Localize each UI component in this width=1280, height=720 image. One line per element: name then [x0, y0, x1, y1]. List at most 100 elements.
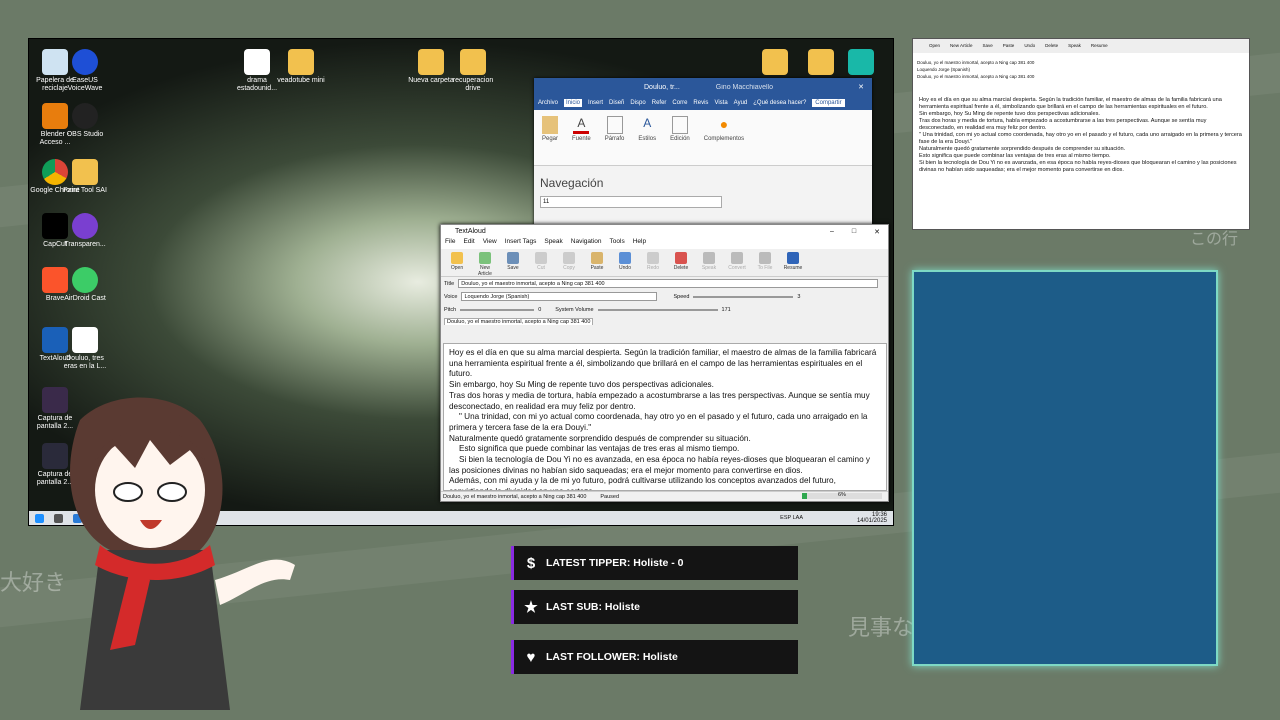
tab-archivo[interactable]: Archivo [538, 100, 558, 106]
tab-revisar[interactable]: Revis [693, 100, 708, 106]
desktop-icon-easeus[interactable]: EaseUS VoiceWave [59, 49, 111, 93]
heart-icon: ♥ [526, 648, 536, 666]
addins-button[interactable]: ● Complementos [704, 116, 744, 159]
menu-edit[interactable]: Edit [463, 238, 474, 249]
preview-fields: Douluo, yo el maestro inmortal, acepto a… [917, 60, 1035, 79]
volume-value: 171 [721, 306, 731, 313]
copy-button[interactable]: Copy [557, 252, 581, 273]
delete-button[interactable]: Delete [669, 252, 693, 273]
share-button[interactable]: Compartir [812, 99, 845, 107]
desktop-icon-airdroid[interactable]: AirDroid Cast [59, 267, 111, 303]
status-document: Douluo, yo el maestro inmortal, acepto a… [443, 493, 587, 500]
window-close-icon[interactable]: ✕ [874, 228, 880, 236]
latest-tipper-text: LATEST TIPPER: Holiste - 0 [546, 557, 684, 569]
tab-correspondencia[interactable]: Corre [672, 100, 687, 106]
save-button[interactable]: Save [501, 252, 525, 273]
progress-fill [802, 493, 807, 499]
navigation-search-input[interactable]: 11 [540, 196, 722, 208]
taskbar-lang[interactable]: ESP LAA [780, 515, 803, 521]
taskbar-clock[interactable]: 19:36 14/01/2025 [857, 512, 887, 524]
title-field[interactable]: Douluo, yo el maestro inmortal, acepto a… [458, 279, 879, 288]
bg-jp-mid: 見事な [848, 616, 915, 641]
paragraph: " Una trinidad, con mi yo actual como co… [449, 412, 868, 432]
menu-navigation[interactable]: Navigation [571, 238, 602, 249]
tab-diseno[interactable]: Diseñ [609, 100, 624, 106]
title-label: Title [444, 280, 455, 287]
last-follower-panel: ♥ LAST FOLLOWER: Holiste [511, 640, 798, 674]
window-minimize-icon[interactable]: – [830, 228, 834, 235]
textaloud-toolbar: Open New Article Save Cut Copy Paste Und… [441, 249, 888, 277]
progress-label: 6% [838, 492, 846, 498]
menu-help[interactable]: Help [633, 238, 646, 249]
word-title: Douluo, tr... [644, 83, 680, 91]
window-maximize-icon[interactable]: □ [852, 228, 856, 235]
menu-view[interactable]: View [483, 238, 497, 249]
volume-slider[interactable] [597, 308, 718, 311]
vtuber-avatar [70, 397, 295, 710]
tab-vista[interactable]: Vista [714, 100, 727, 106]
dollar-icon: $ [526, 554, 536, 572]
textaloud-window[interactable]: TextAloud – □ ✕ File Edit View Insert Ta… [440, 224, 889, 502]
word-titlebar[interactable]: Douluo, tr... Gino Macchiavello ✕ [534, 78, 872, 96]
desktop-icon-word-doc[interactable]: Douluo, tres eras en la L... [59, 327, 111, 371]
desktop-icon-obs[interactable]: OBS Studio [59, 103, 111, 139]
voice-select[interactable]: Loquendo Jorge (Spanish) [461, 292, 658, 301]
paragraph: Hoy es el día en que su alma marcial des… [449, 348, 877, 379]
to-file-button[interactable]: To File [753, 252, 777, 273]
desktop-icon-app-extra[interactable] [835, 49, 887, 77]
speak-button[interactable]: Speak [697, 252, 721, 273]
speed-slider[interactable] [693, 295, 794, 298]
undo-button[interactable]: Undo [613, 252, 637, 273]
desktop-icon-folder-extra[interactable] [749, 49, 801, 77]
textaloud-titlebar[interactable]: TextAloud – □ ✕ [441, 225, 888, 238]
tab-ayuda[interactable]: Ayud [734, 100, 748, 106]
paragraph: Sin embargo, hoy Su Ming de repente tuvo… [449, 380, 714, 390]
redo-button[interactable]: Redo [641, 252, 665, 273]
tab-disposicion[interactable]: Dispo [630, 100, 645, 106]
paste-button[interactable]: Paste [585, 252, 609, 273]
paragraph: Naturalmente quedó gratamente sorprendid… [449, 433, 751, 443]
paragraph: Si bien la tecnología de Dou Yi no es av… [449, 455, 871, 475]
voice-label: Voice [444, 293, 458, 300]
word-ribbon: Pegar A Fuente Párrafo A Estilos Edición ●… [534, 110, 872, 166]
desktop-icon-transparent[interactable]: Transparen... [59, 213, 111, 249]
paragraph: Esto significa que puede combinar las ve… [459, 444, 740, 454]
new-article-button[interactable]: New Article [473, 252, 497, 277]
editing-button[interactable]: Edición [670, 116, 690, 159]
font-button[interactable]: A Fuente [572, 116, 591, 159]
paragraph: Tras dos horas y media de tortura, había… [449, 390, 870, 411]
last-sub-text: LAST SUB: Holiste [546, 601, 640, 613]
styles-button[interactable]: A Estilos [638, 116, 656, 159]
resume-button[interactable]: Resume [781, 252, 805, 273]
menu-speak[interactable]: Speak [544, 238, 562, 249]
read-progress-bar: 6% [802, 492, 882, 499]
textaloud-menubar: File Edit View Insert Tags Speak Navigat… [441, 238, 888, 249]
cut-button[interactable]: Cut [529, 252, 553, 273]
document-tab[interactable]: Douluo, yo el maestro inmortal, acepto a… [444, 317, 594, 325]
word-close-icon[interactable]: ✕ [858, 83, 864, 91]
tab-referencias[interactable]: Refer [652, 100, 667, 106]
tab-insertar[interactable]: Insert [588, 100, 603, 106]
paste-button[interactable]: Pegar [542, 116, 558, 159]
desktop-icon-paint-tool-sai[interactable]: Paint Tool SAI [59, 159, 111, 195]
text-document[interactable]: Hoy es el día en que su alma marcial des… [443, 343, 887, 491]
tell-me-search[interactable]: ¿Qué desea hacer? [753, 100, 806, 106]
desktop-icon-veadotube[interactable]: veadotube mini [275, 49, 327, 85]
tab-inicio[interactable]: Inicio [564, 99, 583, 107]
secondary-preview: Open New Article Save Paste Undo Delete … [912, 38, 1250, 230]
paragraph: Además, con mi ayuda y la de mi yo futur… [449, 476, 836, 490]
paragraph-button[interactable]: Párrafo [605, 116, 624, 159]
pitch-label: Pitch [444, 306, 457, 313]
open-button[interactable]: Open [445, 252, 469, 273]
word-user: Gino Macchiavello [715, 83, 773, 91]
speed-label: Speed [673, 293, 690, 300]
pitch-slider[interactable] [460, 308, 535, 311]
pitch-value: 0 [538, 306, 542, 313]
desktop-icon-recovery-drive[interactable]: recuperacion drive [447, 49, 499, 93]
convert-button[interactable]: Convert [725, 252, 749, 273]
textaloud-title: TextAloud [455, 228, 486, 235]
menu-tools[interactable]: Tools [610, 238, 625, 249]
menu-insert-tags[interactable]: Insert Tags [505, 238, 537, 249]
latest-tipper-panel: $ LATEST TIPPER: Holiste - 0 [511, 546, 798, 580]
menu-file[interactable]: File [445, 238, 455, 249]
